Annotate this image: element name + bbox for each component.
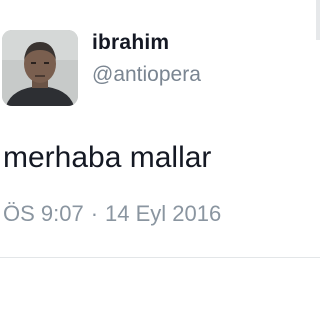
- tweet-timestamp[interactable]: ÖS 9:07 · 14 Eyl 2016: [3, 201, 221, 227]
- tweet-date: 14 Eyl 2016: [105, 201, 222, 226]
- author-name[interactable]: ibrahim: [92, 31, 169, 55]
- author-handle[interactable]: @antiopera: [92, 63, 201, 87]
- edge-marker: [316, 0, 320, 40]
- tweet-text: merhaba mallar: [3, 141, 212, 174]
- avatar[interactable]: [2, 30, 78, 106]
- meta-separator: ·: [90, 201, 99, 226]
- divider: [0, 257, 320, 258]
- profile-photo-icon: [2, 30, 78, 106]
- tweet-time: ÖS 9:07: [3, 201, 84, 226]
